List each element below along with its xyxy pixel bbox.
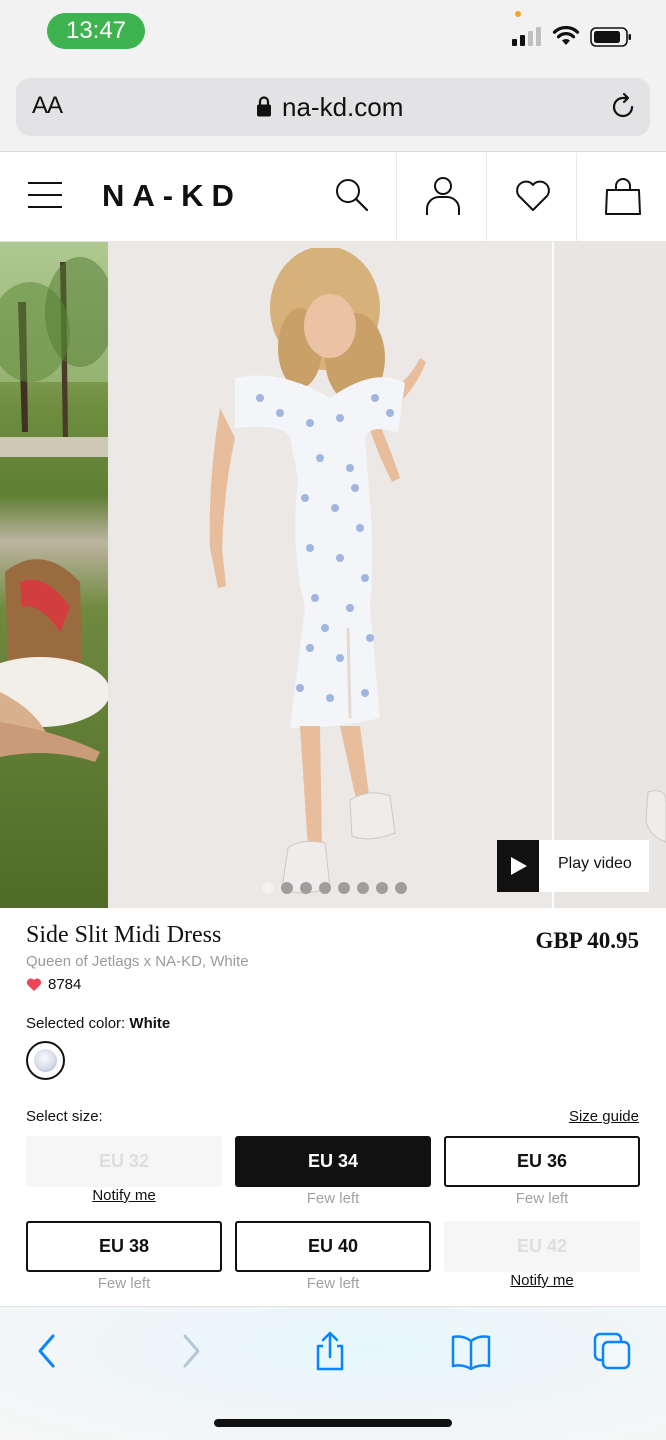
model-in-dress-image [209,248,426,894]
status-bar: 13:47 [0,0,666,66]
play-video-label: Play video [558,855,632,872]
select-size-label: Select size: [26,1108,103,1125]
account-button[interactable] [396,153,486,241]
play-icon [511,857,527,875]
size-option-eu-40[interactable]: EU 40 [235,1221,431,1272]
park-scene-image [0,242,115,762]
back-icon[interactable] [28,1331,68,1371]
filled-heart-icon [26,978,42,991]
color-swatch-white[interactable] [26,1041,65,1080]
like-count[interactable]: 8784 [26,976,81,993]
carousel-dot[interactable] [300,882,312,894]
url-text[interactable]: na-kd.com [282,92,403,123]
next-image-preview [645,790,666,843]
size-option-eu-42[interactable]: EU 42 [444,1221,640,1272]
share-icon[interactable] [310,1331,350,1371]
carousel-dot[interactable] [357,882,369,894]
text-size-button[interactable]: AA [32,92,63,120]
size-option-eu-34[interactable]: EU 34 [235,1136,431,1187]
address-bar[interactable]: AA na-kd.com [16,78,650,136]
like-count-value: 8784 [48,976,82,993]
main-product-image[interactable] [110,242,554,908]
cellular-signal-icon [512,26,544,46]
next-product-image[interactable] [556,242,666,908]
product-price: GBP 40.95 [535,928,639,953]
stock-note: Few left [306,1190,360,1207]
browser-address-area: AA na-kd.com [0,66,666,152]
wishlist-button[interactable] [486,153,576,241]
heart-icon [516,180,550,211]
size-option-eu-32[interactable]: EU 32 [26,1136,222,1187]
notify-me-link[interactable]: Notify me [26,1187,222,1204]
lock-icon [257,96,271,117]
carousel-dot[interactable] [319,882,331,894]
selected-color: Selected color: White [26,1015,170,1032]
play-video-button[interactable]: Play video [497,840,649,892]
notify-me-link[interactable]: Notify me [444,1272,640,1289]
brand-logo[interactable]: NA-KD [102,178,242,214]
site-header: NA-KD [0,153,666,242]
search-icon [336,179,369,212]
hamburger-menu-icon[interactable] [28,182,62,212]
carousel-dot[interactable] [338,882,350,894]
selected-color-value: White [129,1015,171,1032]
search-button[interactable] [306,153,396,241]
selected-color-label: Selected color: [26,1015,126,1032]
status-time[interactable]: 13:47 [47,13,145,49]
size-option-eu-38[interactable]: EU 38 [26,1221,222,1272]
size-guide-link[interactable]: Size guide [569,1108,639,1125]
product-image-carousel[interactable]: Play video [0,242,666,908]
bookmarks-icon[interactable] [451,1331,491,1371]
shopping-bag-button[interactable] [576,153,666,241]
forward-icon[interactable] [170,1331,210,1371]
tabs-icon[interactable] [592,1331,632,1371]
carousel-dot[interactable] [281,882,293,894]
home-indicator [214,1419,452,1427]
previous-product-image[interactable] [0,242,115,908]
carousel-dot[interactable] [262,882,274,894]
carousel-pagination [262,882,407,894]
privacy-indicator-dot [515,11,521,17]
user-icon [426,177,460,215]
stock-note: Few left [306,1275,360,1292]
stock-note: Few left [515,1190,569,1207]
reload-icon[interactable] [608,92,638,122]
carousel-dot[interactable] [395,882,407,894]
battery-icon [590,27,631,47]
shopping-bag-icon [605,178,641,215]
browser-toolbar [0,1306,666,1440]
product-name: Side Slit Midi Dress [26,922,222,948]
carousel-dot[interactable] [376,882,388,894]
stock-note: Few left [97,1275,151,1292]
size-option-eu-36[interactable]: EU 36 [444,1136,640,1187]
wifi-icon [552,25,580,45]
product-subtitle[interactable]: Queen of Jetlags x NA-KD, White [26,953,249,970]
